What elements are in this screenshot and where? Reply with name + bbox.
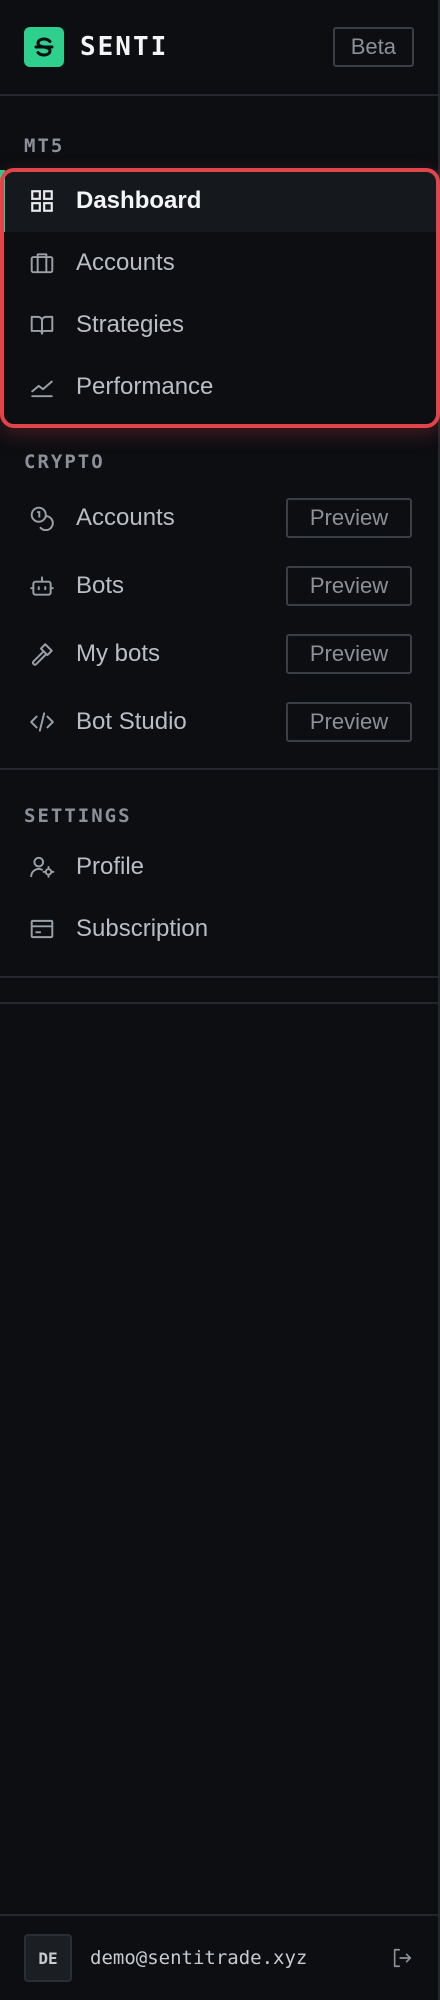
sidebar-item-label: Profile	[76, 853, 145, 880]
sidebar: SENTI Beta MT5 Dashboard Accounts Strate…	[0, 0, 440, 2000]
sidebar-item-subscription[interactable]: Subscription	[0, 898, 438, 960]
sidebar-item-strategies[interactable]: Strategies	[0, 294, 438, 356]
book-open-icon	[28, 311, 56, 339]
sidebar-item-label: Accounts	[76, 504, 175, 531]
sidebar-item-profile[interactable]: Profile	[0, 836, 438, 898]
coins-icon	[28, 504, 56, 532]
sidebar-item-label: Performance	[76, 373, 214, 400]
preview-badge: Preview	[286, 634, 412, 674]
sidebar-item-crypto-accounts[interactable]: Accounts Preview	[0, 484, 438, 552]
section-divider	[0, 1002, 438, 1004]
section-title-settings: SETTINGS	[24, 805, 132, 827]
sidebar-item-label: Dashboard	[76, 187, 202, 214]
sidebar-item-bot-studio[interactable]: Bot Studio Preview	[0, 688, 438, 756]
hammer-icon	[28, 640, 56, 668]
bot-icon	[28, 572, 56, 600]
briefcase-icon	[28, 249, 56, 277]
senti-logo-icon[interactable]	[24, 27, 64, 67]
sidebar-item-my-bots[interactable]: My bots Preview	[0, 620, 438, 688]
sidebar-item-bots[interactable]: Bots Preview	[0, 552, 438, 620]
section-title-mt5: MT5	[24, 135, 65, 157]
code-icon	[28, 708, 56, 736]
sidebar-item-dashboard[interactable]: Dashboard	[0, 170, 438, 232]
preview-badge: Preview	[286, 498, 412, 538]
sidebar-item-label: My bots	[76, 640, 161, 667]
brand-name: SENTI	[80, 32, 169, 62]
section-title-crypto: CRYPTO	[24, 451, 105, 473]
sidebar-item-label: Bot Studio	[76, 708, 187, 735]
sidebar-item-label: Bots	[76, 572, 125, 599]
user-cog-icon	[28, 853, 56, 881]
sidebar-item-label: Subscription	[76, 915, 209, 942]
sidebar-header: SENTI Beta	[0, 0, 438, 96]
sidebar-item-label: Accounts	[76, 249, 175, 276]
preview-badge: Preview	[286, 566, 412, 606]
logout-icon[interactable]	[388, 1944, 416, 1972]
avatar[interactable]: DE	[24, 1934, 72, 1982]
credit-card-icon	[28, 915, 56, 943]
sidebar-item-label: Strategies	[76, 311, 185, 338]
sidebar-item-performance[interactable]: Performance	[0, 356, 438, 418]
user-footer: DE demo@sentitrade.xyz	[0, 1914, 440, 2000]
chart-line-icon	[28, 373, 56, 401]
grid-icon	[28, 187, 56, 215]
user-email: demo@sentitrade.xyz	[90, 1947, 308, 1969]
beta-badge: Beta	[332, 27, 414, 67]
preview-badge: Preview	[286, 702, 412, 742]
sidebar-item-mt5-accounts[interactable]: Accounts	[0, 232, 438, 294]
